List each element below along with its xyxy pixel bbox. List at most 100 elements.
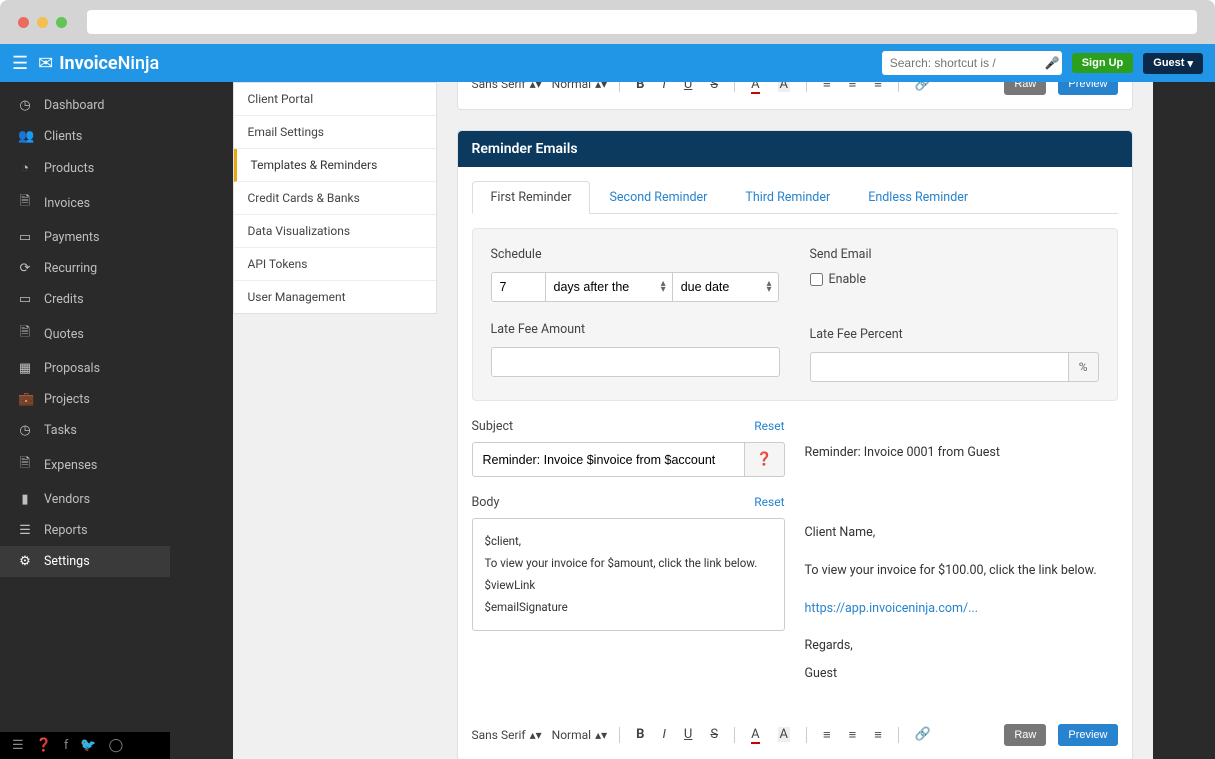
search-input[interactable] (890, 56, 1045, 70)
settings-nav-credit-cards[interactable]: Credit Cards & Banks (234, 182, 436, 215)
tab-third-reminder[interactable]: Third Reminder (726, 181, 849, 213)
italic-button[interactable]: I (658, 725, 669, 744)
schedule-section: Schedule days after the (472, 228, 1118, 401)
ordered-list-button[interactable]: ≡ (819, 82, 835, 94)
mic-icon[interactable]: 🎤 (1045, 56, 1060, 70)
nav-list: ◷Dashboard 👥Clients ◔Products 🗎Invoices … (0, 82, 170, 585)
nav-clients[interactable]: 👥Clients (0, 121, 170, 152)
underline-button[interactable]: U (680, 725, 696, 744)
nav-quotes[interactable]: 🗎Quotes (0, 315, 170, 353)
nav-label: Dashboard (44, 98, 104, 113)
nav-credits[interactable]: ▭Credits (0, 284, 170, 315)
subject-label: Subject (472, 419, 514, 434)
settings-nav-data-viz[interactable]: Data Visualizations (234, 215, 436, 248)
font-select[interactable]: Sans Serif (472, 82, 542, 91)
bold-button[interactable]: B (632, 82, 648, 94)
raw-button[interactable]: Raw (1004, 82, 1046, 95)
body-line: $client, (485, 531, 772, 553)
nav-dashboard[interactable]: ◷Dashboard (0, 90, 170, 121)
bg-color-button[interactable]: A (774, 725, 794, 744)
github-icon[interactable]: ◯ (109, 738, 124, 753)
raw-button[interactable]: Raw (1004, 724, 1046, 746)
menu-icon[interactable]: ☰ (12, 53, 28, 74)
preview-link[interactable]: https://app.invoiceninja.com/... (805, 601, 979, 616)
products-icon: ◔ (18, 160, 32, 176)
twitter-icon[interactable]: 🐦 (80, 738, 96, 753)
urlbar[interactable] (87, 10, 1197, 34)
nav-vendors[interactable]: ▮Vendors (0, 484, 170, 515)
align-button[interactable]: ≡ (870, 82, 886, 94)
text-color-button[interactable]: A (747, 82, 763, 94)
nav-projects[interactable]: 💼Projects (0, 384, 170, 415)
subject-reset[interactable]: Reset (754, 419, 784, 434)
nav-expenses[interactable]: 🗎Expenses (0, 446, 170, 484)
link-button[interactable]: 🔗 (911, 82, 935, 94)
percent-suffix: % (1069, 352, 1099, 382)
settings-nav-user-management[interactable]: User Management (234, 281, 436, 313)
strike-button[interactable]: S (706, 82, 722, 94)
settings-nav-templates-reminders[interactable]: Templates & Reminders (234, 149, 436, 182)
body-reset[interactable]: Reset (754, 495, 784, 510)
body-editor[interactable]: $client, To view your invoice for $amoun… (472, 518, 785, 631)
preview-line: To view your invoice for $100.00, click … (805, 559, 1118, 583)
guest-menu[interactable]: Guest ▾ (1143, 53, 1203, 74)
nav-proposals[interactable]: ▦Proposals (0, 353, 170, 384)
window-minimize[interactable] (37, 17, 48, 28)
nav-settings[interactable]: ⚙Settings (0, 546, 170, 577)
nav-recurring[interactable]: ⟳Recurring (0, 253, 170, 284)
size-select[interactable]: Normal (552, 728, 608, 742)
settings-nav-email-settings[interactable]: Email Settings (234, 116, 436, 149)
subject-input[interactable] (472, 442, 746, 477)
invoices-icon: 🗎 (18, 192, 32, 214)
link-button[interactable]: 🔗 (911, 725, 935, 744)
enable-checkbox[interactable] (810, 273, 823, 286)
bg-color-button[interactable]: A (774, 82, 794, 94)
logo-mail-icon: ✉ (38, 53, 53, 74)
strike-button[interactable]: S (706, 725, 722, 744)
late-fee-percent-input[interactable] (810, 352, 1069, 382)
history-icon[interactable]: ☰ (12, 738, 24, 753)
divider (734, 727, 735, 743)
nav-products[interactable]: ◔Products (0, 152, 170, 184)
subject-help-icon[interactable]: ❓ (745, 442, 784, 477)
settings-nav-api-tokens[interactable]: API Tokens (234, 248, 436, 281)
nav-payments[interactable]: ▭Payments (0, 222, 170, 253)
nav-tasks[interactable]: ◷Tasks (0, 415, 170, 446)
window-maximize[interactable] (56, 17, 67, 28)
align-button[interactable]: ≡ (870, 725, 886, 745)
underline-button[interactable]: U (680, 82, 696, 94)
nav-reports[interactable]: ☰Reports (0, 515, 170, 546)
italic-button[interactable]: I (658, 82, 669, 94)
days-input[interactable] (491, 272, 547, 302)
size-select[interactable]: Normal (552, 82, 608, 91)
ordered-list-button[interactable]: ≡ (819, 725, 835, 745)
search-box[interactable]: 🎤 (882, 51, 1062, 75)
nav-label: Tasks (44, 423, 77, 438)
caret-icon (595, 82, 607, 91)
tab-endless-reminder[interactable]: Endless Reminder (849, 181, 987, 213)
reference-select[interactable]: due date (672, 272, 779, 302)
bold-button[interactable]: B (632, 725, 648, 744)
late-fee-amount-input[interactable] (491, 347, 780, 377)
window-close[interactable] (18, 17, 29, 28)
topbar: ☰ ✉ InvoiceNinja 🎤 Sign Up Guest ▾ (0, 44, 1215, 82)
reminder-emails-panel: Reminder Emails First Reminder Second Re… (457, 130, 1133, 759)
text-color-button[interactable]: A (747, 725, 763, 744)
nav-label: Payments (44, 230, 99, 245)
nav-label: Invoices (44, 196, 90, 211)
preview-button[interactable]: Preview (1058, 82, 1117, 95)
unordered-list-button[interactable]: ≡ (845, 725, 861, 745)
nav-invoices[interactable]: 🗎 Invoices (0, 184, 170, 222)
relative-select[interactable]: days after the (545, 272, 673, 302)
credits-icon: ▭ (18, 292, 32, 307)
preview-button[interactable]: Preview (1058, 724, 1117, 746)
logo[interactable]: ✉ InvoiceNinja (38, 53, 159, 74)
help-icon[interactable]: ❓ (36, 738, 52, 753)
signup-button[interactable]: Sign Up (1072, 53, 1134, 73)
font-select[interactable]: Sans Serif (472, 728, 542, 742)
facebook-icon[interactable]: f (64, 738, 69, 753)
unordered-list-button[interactable]: ≡ (845, 82, 861, 94)
tab-first-reminder[interactable]: First Reminder (472, 181, 591, 214)
tab-second-reminder[interactable]: Second Reminder (590, 181, 726, 213)
settings-nav-client-portal[interactable]: Client Portal (234, 83, 436, 116)
